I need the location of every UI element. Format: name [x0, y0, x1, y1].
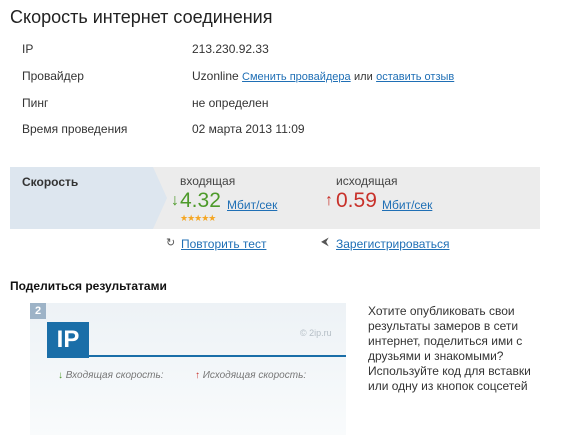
ping-value: не определен — [192, 96, 269, 110]
widget-incoming-label: Входящая скорость: — [65, 370, 164, 381]
ping-label: Пинг — [22, 96, 49, 110]
or-text: или — [354, 71, 373, 83]
widget-outgoing-label: Исходящая скорость: — [202, 370, 307, 381]
time-label: Время проведения — [22, 122, 128, 136]
upload-arrow-icon: ↑ — [325, 192, 333, 209]
widget-outgoing: ↑ Исходящая скорость: — [195, 370, 306, 381]
outgoing-speed-value: 0.59 — [336, 189, 377, 212]
outgoing-title: исходящая — [336, 174, 398, 188]
widget-upload-arrow-icon: ↑ — [195, 370, 200, 381]
speed-label: Скорость — [22, 175, 79, 189]
repeat-test-link[interactable]: Повторить тест — [181, 237, 266, 251]
incoming-title: входящая — [180, 174, 236, 188]
share-description: Хотите опубликовать свои результаты заме… — [368, 304, 531, 393]
outgoing-unit-link[interactable]: Мбит/сек — [382, 198, 432, 212]
provider-value-group: Uzonline Сменить провайдера или оставить… — [192, 69, 454, 83]
share-section-title: Поделиться результатами — [10, 279, 167, 293]
plug-icon: ⮜ — [321, 236, 329, 248]
incoming-unit-link[interactable]: Мбит/сек — [227, 198, 277, 212]
rating-stars-icon: ★★★★★ — [180, 213, 216, 223]
ip-logo: IP — [47, 322, 89, 358]
widget-divider — [89, 355, 346, 357]
incoming-speed-value: 4.32 — [180, 189, 221, 212]
widget-incoming: ↓ Входящая скорость: — [58, 370, 164, 381]
download-arrow-icon: ↓ — [171, 192, 179, 209]
speed-label-pointer — [153, 167, 167, 229]
ip-label: IP — [22, 42, 34, 56]
refresh-icon[interactable]: ↻ — [166, 236, 175, 249]
provider-value: Uzonline — [192, 69, 239, 83]
leave-review-link[interactable]: оставить отзыв — [376, 71, 454, 83]
change-provider-link[interactable]: Сменить провайдера — [242, 71, 351, 83]
provider-label: Провайдер — [22, 69, 84, 83]
widget-download-arrow-icon: ↓ — [58, 370, 63, 381]
widget-site-label: © 2ip.ru — [300, 328, 332, 338]
speed-panel: Скорость входящая ↓ 4.32 Мбит/сек ★★★★★ … — [10, 167, 540, 229]
speed-label-box: Скорость — [10, 167, 153, 229]
widget-number-badge: 2 — [30, 303, 46, 319]
time-value: 02 марта 2013 11:09 — [192, 122, 305, 136]
ip-value: 213.230.92.33 — [192, 42, 269, 56]
page-title: Скорость интернет соединения — [10, 7, 273, 27]
register-link[interactable]: Зарегистрироваться — [336, 237, 449, 251]
